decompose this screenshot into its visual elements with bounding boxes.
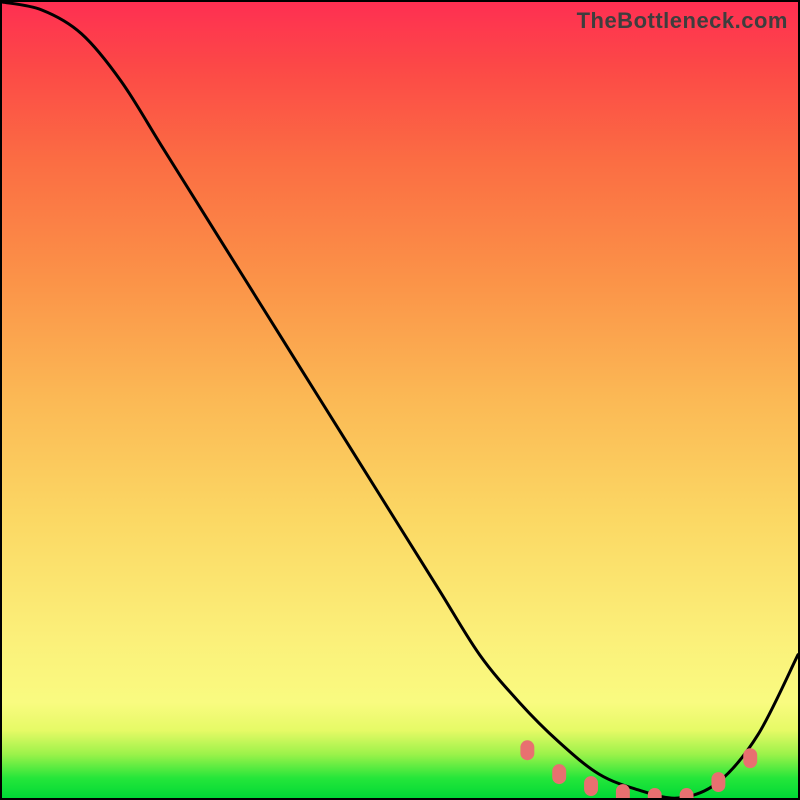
curve-marker: [520, 740, 534, 760]
curve-marker: [584, 776, 598, 796]
curve-marker: [648, 788, 662, 798]
curve-marker: [552, 764, 566, 784]
curve-marker: [616, 784, 630, 798]
curve-marker: [743, 748, 757, 768]
bottleneck-chart: TheBottleneck.com: [0, 0, 800, 800]
chart-svg: [2, 2, 798, 798]
chart-curve-group: [2, 2, 798, 798]
curve-marker: [680, 788, 694, 798]
curve-marker: [711, 772, 725, 792]
watermark-text: TheBottleneck.com: [577, 8, 788, 34]
bottleneck-curve: [2, 2, 798, 798]
